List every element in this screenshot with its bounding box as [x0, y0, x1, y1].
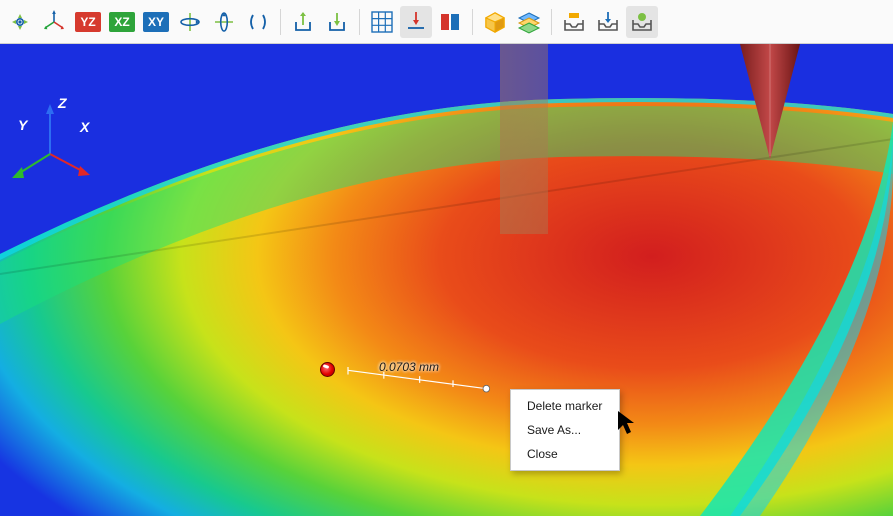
section-plane-button[interactable] — [434, 6, 466, 38]
menu-delete-marker[interactable]: Delete marker — [511, 394, 619, 418]
tray-active-button[interactable] — [626, 6, 658, 38]
separator — [551, 9, 552, 35]
place-marker-button[interactable] — [400, 6, 432, 38]
grid-toggle-button[interactable] — [366, 6, 398, 38]
shaded-view-button[interactable] — [479, 6, 511, 38]
svg-text:XY: XY — [148, 15, 164, 29]
context-menu: Delete marker Save As... Close — [510, 389, 620, 471]
svg-text:XZ: XZ — [114, 15, 129, 29]
separator — [359, 9, 360, 35]
export-button[interactable] — [287, 6, 319, 38]
svg-text:YZ: YZ — [80, 15, 95, 29]
tray-load-button[interactable] — [592, 6, 624, 38]
xz-plane-button[interactable]: XZ — [106, 6, 138, 38]
import-button[interactable] — [321, 6, 353, 38]
layers-button[interactable] — [513, 6, 545, 38]
svg-text:X: X — [79, 119, 91, 135]
svg-text:Y: Y — [18, 117, 29, 133]
isometric-view-button[interactable] — [38, 6, 70, 38]
viewport-3d[interactable]: Z X Y 0.0703 mm Delete marker Save As...… — [0, 44, 893, 516]
xy-plane-button[interactable]: XY — [140, 6, 172, 38]
separator — [472, 9, 473, 35]
spin-horizontal-button[interactable] — [174, 6, 206, 38]
colormap-rendering — [0, 44, 893, 516]
menu-save-as[interactable]: Save As... — [511, 418, 619, 442]
separator — [280, 9, 281, 35]
yz-plane-button[interactable]: YZ — [72, 6, 104, 38]
menu-close[interactable]: Close — [511, 442, 619, 466]
svg-text:Z: Z — [57, 95, 67, 111]
marker-dot[interactable] — [320, 362, 335, 377]
axis-triad: Z X Y — [10, 94, 90, 174]
tray-empty-button[interactable] — [558, 6, 590, 38]
toolbar: YZ XZ XY — [0, 0, 893, 44]
rotate-center-button[interactable] — [4, 6, 36, 38]
spin-vertical-button[interactable] — [208, 6, 240, 38]
projection-toggle-button[interactable] — [242, 6, 274, 38]
